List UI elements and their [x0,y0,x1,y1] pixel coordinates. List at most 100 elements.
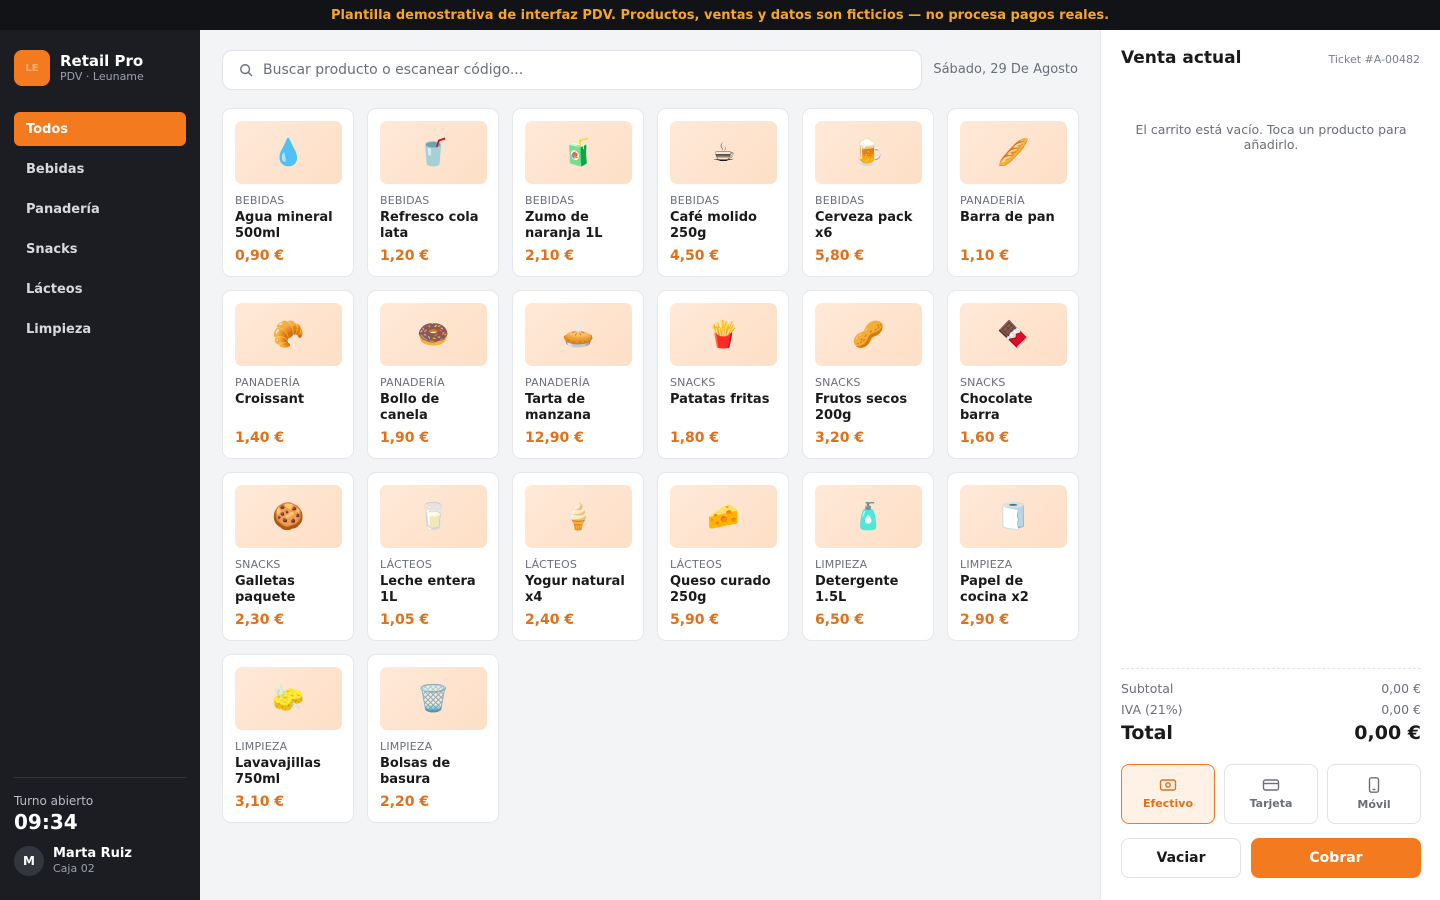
product-name: Queso curado 250g [670,574,771,605]
product-category: BEBIDAS [815,194,865,207]
product-card[interactable]: 🧀 LÁCTEOS Queso curado 250g 5,90 € [657,472,789,641]
pay-mobile-button[interactable]: Móvil [1327,764,1421,824]
product-card[interactable]: 💧 BEBIDAS Agua mineral 500ml 0,90 € [222,108,354,277]
product-icon: 🧻 [997,501,1030,532]
product-price: 2,30 € [235,612,285,628]
product-price: 2,90 € [960,612,1010,628]
product-price: 1,05 € [380,612,430,628]
product-card[interactable]: 🍺 BEBIDAS Cerveza pack x6 5,80 € [802,108,934,277]
product-image: 🧀 [670,485,777,548]
product-card[interactable]: 🥖 PANADERÍA Barra de pan 1,10 € [947,108,1079,277]
product-icon: 🧽 [272,683,305,714]
user-name: Marta Ruiz [53,846,132,861]
product-image: 🥧 [525,303,632,366]
product-category: LIMPIEZA [235,740,288,753]
product-icon: 🗑️ [417,683,450,714]
product-card[interactable]: 🥜 SNACKS Frutos secos 200g 3,20 € [802,290,934,459]
product-icon: 🥛 [417,501,450,532]
search-bar[interactable] [222,50,922,90]
product-price: 4,50 € [670,248,720,264]
product-image: 🍺 [815,121,922,184]
category-2[interactable]: Panadería [14,192,186,226]
clear-cart-button[interactable]: Vaciar [1121,838,1241,878]
product-card[interactable]: 🥐 PANADERÍA Croissant 1,40 € [222,290,354,459]
product-name: Tarta de manzana [525,392,591,423]
product-card[interactable]: 🧴 LIMPIEZA Detergente 1.5L 6,50 € [802,472,934,641]
product-image: 🍩 [380,303,487,366]
subtotal-row: Subtotal 0,00 € [1121,681,1421,696]
product-image: 🍟 [670,303,777,366]
product-card[interactable]: 🧽 LIMPIEZA Lavavajillas 750ml 3,10 € [222,654,354,823]
product-card[interactable]: ☕ BEBIDAS Café molido 250g 4,50 € [657,108,789,277]
brand-logo: LE [14,50,50,86]
category-4[interactable]: Lácteos [14,272,186,306]
product-name: Bolsas de basura [380,756,451,787]
total-label: Total [1121,722,1173,744]
product-name: Yogur natural x4 [525,574,625,605]
product-card[interactable]: 🍦 LÁCTEOS Yogur natural x4 2,40 € [512,472,644,641]
product-image: 🥖 [960,121,1067,184]
shift-time: 09:34 [14,810,78,834]
category-3[interactable]: Snacks [14,232,186,266]
product-card[interactable]: 🗑️ LIMPIEZA Bolsas de basura 2,20 € [367,654,499,823]
tax-value: 0,00 € [1381,702,1421,717]
product-price: 6,50 € [815,612,865,628]
product-category: PANADERÍA [525,376,590,389]
product-card[interactable]: 🥧 PANADERÍA Tarta de manzana 12,90 € [512,290,644,459]
product-name: Frutos secos 200g [815,392,908,423]
product-price: 0,90 € [235,248,285,264]
shift-label: Turno abierto [14,794,94,808]
empty-cart-message: El carrito está vacío. Toca un producto … [1135,122,1407,152]
pay-cash-button[interactable]: Efectivo [1121,764,1215,824]
product-icon: 🥖 [997,137,1030,168]
pay-mobile-label: Móvil [1357,798,1391,811]
product-name: Refresco cola lata [380,210,479,241]
product-card[interactable]: 🥤 BEBIDAS Refresco cola lata 1,20 € [367,108,499,277]
product-name: Lavavajillas 750ml [235,756,321,787]
product-icon: 🍦 [562,501,595,532]
product-image: 🧽 [235,667,342,730]
product-icon: 🥧 [562,319,595,350]
product-image: 🥛 [380,485,487,548]
product-card[interactable]: 🍪 SNACKS Galletas paquete 2,30 € [222,472,354,641]
category-5[interactable]: Limpieza [14,312,186,346]
product-category: LIMPIEZA [380,740,433,753]
product-icon: ☕ [711,137,736,168]
search-input[interactable] [263,62,903,78]
pay-card-label: Tarjeta [1249,797,1293,810]
product-icon: 💧 [272,137,305,168]
product-icon: 🧴 [852,501,885,532]
category-1[interactable]: Bebidas [14,152,186,186]
category-0[interactable]: Todos [14,112,186,146]
product-name: Patatas fritas [670,392,770,407]
product-name: Croissant [235,392,305,407]
charge-button[interactable]: Cobrar [1251,838,1421,878]
product-image: 🧃 [525,121,632,184]
demo-banner: Plantilla demostrativa de interfaz PDV. … [0,0,1440,30]
product-card[interactable]: 🍟 SNACKS Patatas fritas 1,80 € [657,290,789,459]
product-name: Zumo de naranja 1L [525,210,603,241]
pay-card-button[interactable]: Tarjeta [1224,764,1318,824]
product-card[interactable]: 🍩 PANADERÍA Bollo de canela 1,90 € [367,290,499,459]
product-card[interactable]: 🧻 LIMPIEZA Papel de cocina x2 2,90 € [947,472,1079,641]
product-area: Sábado, 29 De Agosto 💧 BEBIDAS Agua minera… [200,30,1100,900]
user-info[interactable]: M Marta Ruiz Caja 02 [14,846,132,876]
sidebar: LE Retail Pro PDV · Leuname Todos Bebidas… [0,30,200,900]
tax-label: IVA (21%) [1121,702,1183,717]
product-icon: 🥤 [417,137,450,168]
product-icon: 🥜 [852,319,885,350]
product-name: Agua mineral 500ml [235,210,333,241]
product-card[interactable]: 🍫 SNACKS Chocolate barra 1,60 € [947,290,1079,459]
product-image: 💧 [235,121,342,184]
product-grid: 💧 BEBIDAS Agua mineral 500ml 0,90 € 🥤 BEBIDAS… [222,108,1079,823]
product-card[interactable]: 🧃 BEBIDAS Zumo de naranja 1L 2,10 € [512,108,644,277]
product-category: BEBIDAS [380,194,430,207]
product-price: 2,40 € [525,612,575,628]
product-category: BEBIDAS [235,194,285,207]
sidebar-divider [14,777,186,778]
product-icon: 🧃 [562,137,595,168]
brand-name: Retail Pro [60,52,144,70]
product-image: 🥤 [380,121,487,184]
product-card[interactable]: 🥛 LÁCTEOS Leche entera 1L 1,05 € [367,472,499,641]
product-category: BEBIDAS [525,194,575,207]
